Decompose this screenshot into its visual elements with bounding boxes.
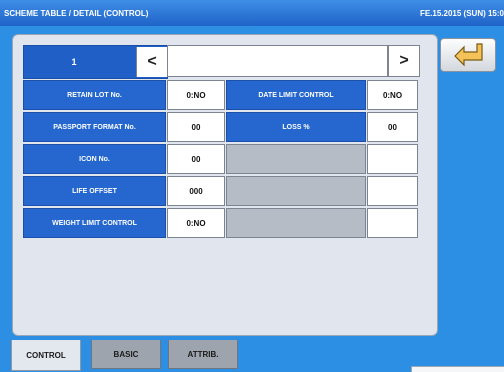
chevron-left-icon: < [147, 53, 157, 70]
date-limit-control-label[interactable]: DATE LIMIT CONTROL [226, 80, 366, 110]
return-arrow-icon [454, 43, 483, 67]
bottom-right-stub [411, 366, 504, 372]
icon-no-value[interactable]: 00 [167, 144, 225, 174]
back-button[interactable] [440, 38, 496, 72]
tab-bar: CONTROL BASIC ATTRIB. [11, 340, 504, 372]
passport-format-value[interactable]: 00 [167, 112, 225, 142]
prev-record-button[interactable]: < [136, 47, 167, 77]
screen-title: SCHEME TABLE / DETAIL (CONTROL) [4, 9, 149, 18]
empty-value-cell [367, 144, 418, 174]
empty-value-cell [367, 176, 418, 206]
empty-disabled-cell [226, 144, 366, 174]
record-number: 1 [71, 57, 77, 67]
empty-value-cell [367, 208, 418, 238]
weight-limit-control-value[interactable]: 0:NO [167, 208, 225, 238]
chevron-right-icon: > [399, 52, 409, 69]
next-record-button[interactable]: > [388, 45, 420, 77]
record-name-field[interactable] [167, 45, 388, 77]
loss-percent-value[interactable]: 00 [367, 112, 418, 142]
icon-no-label[interactable]: ICON No. [23, 144, 166, 174]
tab-basic[interactable]: BASIC [91, 340, 161, 369]
tab-control[interactable]: CONTROL [11, 340, 81, 371]
life-offset-label[interactable]: LIFE OFFSET [23, 176, 166, 206]
tab-attrib[interactable]: ATTRIB. [168, 340, 238, 369]
datetime-display: FE.15.2015 (SUN) 15:0 [419, 9, 504, 18]
date-limit-control-value[interactable]: 0:NO [367, 80, 418, 110]
retain-lot-value[interactable]: 0:NO [167, 80, 225, 110]
empty-disabled-cell [226, 176, 366, 206]
retain-lot-label[interactable]: RETAIN LOT No. [23, 80, 166, 110]
title-bar: SCHEME TABLE / DETAIL (CONTROL) FE.15.20… [0, 0, 504, 26]
passport-format-label[interactable]: PASSPORT FORMAT No. [23, 112, 166, 142]
weight-limit-control-label[interactable]: WEIGHT LIMIT CONTROL [23, 208, 166, 238]
empty-disabled-cell [226, 208, 366, 238]
loss-percent-label[interactable]: LOSS % [226, 112, 366, 142]
life-offset-value[interactable]: 000 [167, 176, 225, 206]
record-selector: 1 < [23, 45, 168, 79]
